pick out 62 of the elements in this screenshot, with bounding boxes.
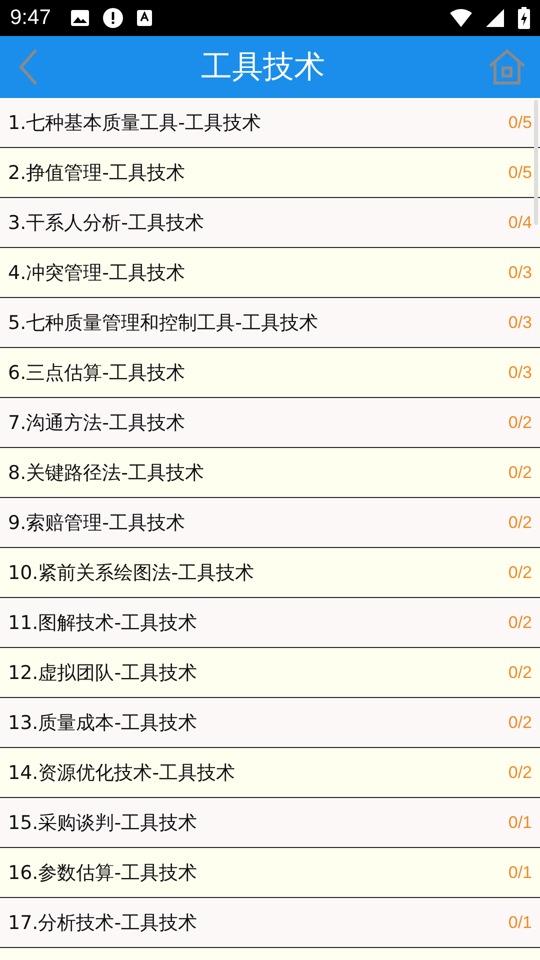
progress-count: 0/3 (508, 262, 532, 282)
item-label: 5.七种质量管理和控制工具-工具技术 (8, 310, 318, 336)
progress-count: 0/4 (508, 212, 532, 232)
progress-count: 0/5 (508, 162, 532, 182)
list-item[interactable]: 4.冲突管理-工具技术 0/3 (0, 248, 540, 298)
progress-count: 0/2 (508, 462, 532, 482)
item-label: 13.质量成本-工具技术 (8, 710, 198, 736)
home-icon[interactable] (488, 49, 526, 85)
back-icon[interactable] (18, 48, 38, 86)
list-item[interactable]: 11.图解技术-工具技术 0/2 (0, 598, 540, 648)
list-item[interactable]: 12.虚拟团队-工具技术 0/2 (0, 648, 540, 698)
progress-count: 0/1 (508, 812, 532, 832)
item-label: 16.参数估算-工具技术 (8, 860, 198, 886)
list-item[interactable]: 16.参数估算-工具技术 0/1 (0, 848, 540, 898)
list-item[interactable]: 8.关键路径法-工具技术 0/2 (0, 448, 540, 498)
signal-icon (486, 9, 504, 27)
progress-count: 0/2 (508, 562, 532, 582)
progress-count: 0/3 (508, 362, 532, 382)
item-label: 3.干系人分析-工具技术 (8, 210, 204, 236)
list-item[interactable]: 14.资源优化技术-工具技术 0/2 (0, 748, 540, 798)
image-icon (70, 10, 89, 26)
progress-count: 0/2 (508, 762, 532, 782)
list-item[interactable]: 3.干系人分析-工具技术 0/4 (0, 198, 540, 248)
list-item[interactable]: 5.七种质量管理和控制工具-工具技术 0/3 (0, 298, 540, 348)
progress-count: 0/2 (508, 662, 532, 682)
font-icon (136, 10, 152, 26)
scrollbar[interactable] (534, 100, 538, 225)
item-label: 15.采购谈判-工具技术 (8, 810, 198, 836)
item-label: 11.图解技术-工具技术 (8, 610, 198, 636)
list-item[interactable]: 9.索赔管理-工具技术 0/2 (0, 498, 540, 548)
list-item[interactable]: 10.紧前关系绘图法-工具技术 0/2 (0, 548, 540, 598)
item-label: 10.紧前关系绘图法-工具技术 (8, 560, 254, 586)
item-label: 2.挣值管理-工具技术 (8, 160, 185, 186)
progress-count: 0/1 (508, 912, 532, 932)
list-item[interactable]: 6.三点估算-工具技术 0/3 (0, 348, 540, 398)
page-title: 工具技术 (201, 48, 325, 87)
list-item[interactable]: 7.沟通方法-工具技术 0/2 (0, 398, 540, 448)
progress-count: 0/2 (508, 512, 532, 532)
item-label: 8.关键路径法-工具技术 (8, 460, 204, 486)
list-item[interactable]: 1.七种基本质量工具-工具技术 0/5 (0, 98, 540, 148)
progress-count: 0/2 (508, 712, 532, 732)
list-item[interactable]: 13.质量成本-工具技术 0/2 (0, 698, 540, 748)
item-label: 17.分析技术-工具技术 (8, 910, 198, 936)
list-item[interactable]: 17.分析技术-工具技术 0/1 (0, 898, 540, 948)
list-item[interactable]: 15.采购谈判-工具技术 0/1 (0, 798, 540, 848)
item-label: 4.冲突管理-工具技术 (8, 260, 185, 286)
wifi-icon (450, 9, 472, 27)
progress-count: 0/5 (508, 112, 532, 132)
progress-count: 0/2 (508, 612, 532, 632)
progress-count: 0/3 (508, 312, 532, 332)
item-label: 7.沟通方法-工具技术 (8, 410, 185, 436)
alert-icon (102, 8, 123, 28)
item-label: 14.资源优化技术-工具技术 (8, 760, 236, 786)
list-item[interactable]: 2.挣值管理-工具技术 0/5 (0, 148, 540, 198)
item-label: 9.索赔管理-工具技术 (8, 510, 185, 536)
battery-icon (518, 7, 530, 29)
item-label: 6.三点估算-工具技术 (8, 360, 185, 386)
progress-count: 0/1 (508, 862, 532, 882)
status-time: 9:47 (10, 6, 51, 30)
item-label: 1.七种基本质量工具-工具技术 (8, 110, 261, 136)
item-label: 12.虚拟团队-工具技术 (8, 660, 198, 686)
progress-count: 0/2 (508, 412, 532, 432)
